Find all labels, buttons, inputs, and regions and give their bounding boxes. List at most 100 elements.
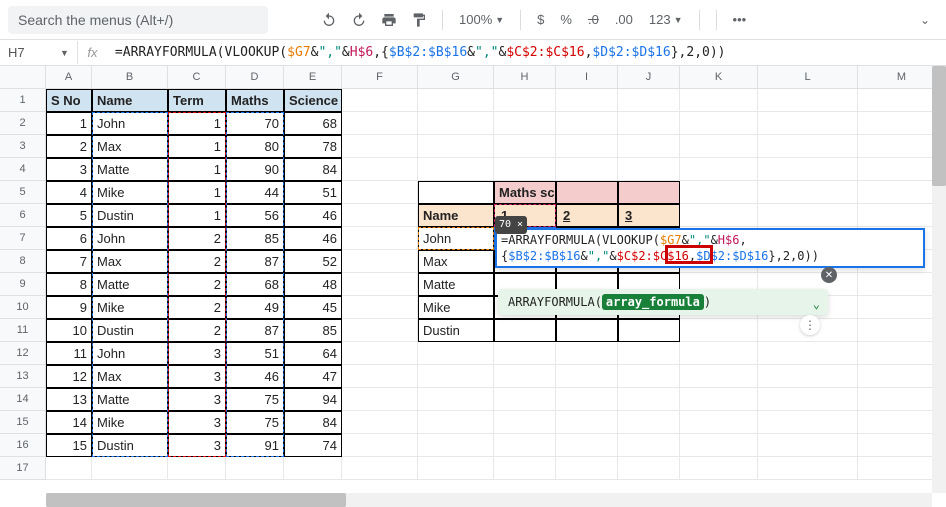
cell[interactable]: [680, 411, 758, 434]
row-header[interactable]: 2: [0, 112, 45, 135]
row-header[interactable]: 17: [0, 457, 45, 480]
cell[interactable]: 13: [46, 388, 92, 411]
cell[interactable]: [418, 342, 494, 365]
cell[interactable]: [46, 457, 92, 480]
cell[interactable]: 2: [168, 273, 226, 296]
cell[interactable]: [494, 365, 556, 388]
cell[interactable]: Dustin: [92, 434, 168, 457]
cell[interactable]: John: [92, 342, 168, 365]
cell[interactable]: John: [92, 227, 168, 250]
cell[interactable]: [618, 388, 680, 411]
cell[interactable]: Matte: [418, 273, 494, 296]
cell[interactable]: [494, 457, 556, 480]
cell[interactable]: 80: [226, 135, 284, 158]
zoom-dropdown[interactable]: 100%▼: [453, 12, 510, 27]
col-header[interactable]: C: [168, 66, 226, 88]
cell[interactable]: Mike: [92, 411, 168, 434]
cell[interactable]: [226, 457, 284, 480]
cell[interactable]: 51: [284, 181, 342, 204]
formula-editor-overlay[interactable]: 70 × =ARRAYFORMULA(VLOOKUP($G7&","&H$6,{…: [495, 228, 925, 268]
cell[interactable]: [618, 411, 680, 434]
cell[interactable]: S No: [46, 89, 92, 112]
cell[interactable]: Mike: [418, 296, 494, 319]
cell[interactable]: Matte: [92, 388, 168, 411]
cell[interactable]: 2: [168, 250, 226, 273]
row-header[interactable]: 4: [0, 158, 45, 181]
cell[interactable]: 91: [226, 434, 284, 457]
cell[interactable]: Name: [92, 89, 168, 112]
col-header[interactable]: B: [92, 66, 168, 88]
cell[interactable]: Name: [418, 204, 494, 227]
col-header[interactable]: K: [680, 66, 758, 88]
cell[interactable]: [284, 457, 342, 480]
cell[interactable]: [494, 342, 556, 365]
cell[interactable]: 64: [284, 342, 342, 365]
redo-button[interactable]: [346, 7, 372, 33]
cell[interactable]: 3: [46, 158, 92, 181]
cell[interactable]: [680, 158, 758, 181]
cell[interactable]: [494, 135, 556, 158]
cell[interactable]: [758, 411, 858, 434]
cell[interactable]: [418, 434, 494, 457]
col-header[interactable]: A: [46, 66, 92, 88]
cell[interactable]: Term: [168, 89, 226, 112]
cell[interactable]: [418, 365, 494, 388]
cell[interactable]: 3: [168, 411, 226, 434]
cell[interactable]: [556, 135, 618, 158]
cell[interactable]: [758, 342, 858, 365]
cell[interactable]: [758, 135, 858, 158]
cell[interactable]: [680, 434, 758, 457]
row-header[interactable]: 12: [0, 342, 45, 365]
formula-editor-close-icon[interactable]: ✕: [821, 267, 837, 283]
cell[interactable]: [618, 319, 680, 342]
print-button[interactable]: [376, 7, 402, 33]
col-header[interactable]: D: [226, 66, 284, 88]
cell[interactable]: Max: [92, 365, 168, 388]
cell[interactable]: Mike: [92, 296, 168, 319]
cell[interactable]: 48: [284, 273, 342, 296]
cell[interactable]: 10: [46, 319, 92, 342]
cell[interactable]: [680, 181, 758, 204]
cell[interactable]: Maths: [226, 89, 284, 112]
cell[interactable]: [418, 181, 494, 204]
cell[interactable]: 14: [46, 411, 92, 434]
cell[interactable]: [494, 434, 556, 457]
cell[interactable]: Dustin: [418, 319, 494, 342]
col-header[interactable]: L: [758, 66, 858, 88]
cell[interactable]: [342, 319, 418, 342]
cell[interactable]: [680, 89, 758, 112]
row-header[interactable]: 7: [0, 227, 45, 250]
cell[interactable]: [758, 204, 858, 227]
paint-format-button[interactable]: [406, 7, 432, 33]
cell[interactable]: [556, 89, 618, 112]
cell[interactable]: [680, 365, 758, 388]
cell[interactable]: 78: [284, 135, 342, 158]
percent-button[interactable]: %: [554, 12, 578, 27]
cell[interactable]: 46: [226, 365, 284, 388]
cell[interactable]: 2: [556, 204, 618, 227]
decrease-decimal-button[interactable]: .0: [582, 12, 605, 27]
row-header[interactable]: 9: [0, 273, 45, 296]
cell[interactable]: 87: [226, 250, 284, 273]
formula-input[interactable]: =ARRAYFORMULA(VLOOKUP($G7&","&H$6,{$B$2:…: [107, 45, 946, 60]
cell[interactable]: [556, 457, 618, 480]
cell[interactable]: [418, 112, 494, 135]
cell[interactable]: [758, 365, 858, 388]
cell[interactable]: [342, 112, 418, 135]
cell[interactable]: 74: [284, 434, 342, 457]
cell[interactable]: [342, 250, 418, 273]
cell[interactable]: Dustin: [92, 319, 168, 342]
cell[interactable]: 1: [46, 112, 92, 135]
cell[interactable]: 3: [168, 365, 226, 388]
cell[interactable]: 85: [284, 319, 342, 342]
row-header[interactable]: 6: [0, 204, 45, 227]
cell[interactable]: 90: [226, 158, 284, 181]
cell[interactable]: 9: [46, 296, 92, 319]
cell[interactable]: 3: [168, 342, 226, 365]
cell[interactable]: 49: [226, 296, 284, 319]
cell[interactable]: [758, 112, 858, 135]
cell[interactable]: 3: [168, 434, 226, 457]
row-header[interactable]: 15: [0, 411, 45, 434]
cell[interactable]: [556, 319, 618, 342]
horizontal-scrollbar[interactable]: [46, 493, 932, 507]
